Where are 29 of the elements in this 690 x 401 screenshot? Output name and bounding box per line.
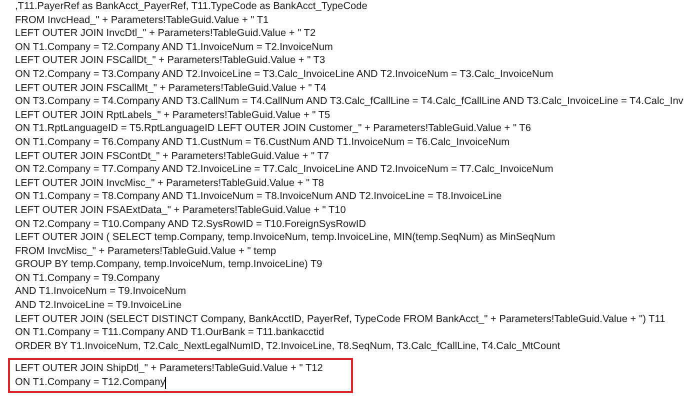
code-line: ON T2.Company = T3.Company AND T2.InvoiceLine = T3.Calc_InvoiceLine AND T2.InvoiceNum = T3.Calc_InvoiceNum (15, 68, 554, 82)
code-line: LEFT OUTER JOIN FSAExtData_" + Parameters!TableGuid.Value + " T10 (15, 204, 347, 218)
code-line: ORDER BY T1.InvoiceNum, T2.Calc_NextLegalNumID, T2.InvoiceLine, T8.SeqNum, T3.Calc_fCallLine, T4.Calc_MtCount (15, 340, 562, 354)
code-line: LEFT OUTER JOIN InvcMisc_" + Parameters!TableGuid.Value + " T8 (15, 176, 325, 190)
code-line: ON T1.Company = T6.Company AND T1.CustNum = T6.CustNum AND T1.InvoiceNum = T6.Calc_InvoiceNum (15, 136, 511, 150)
code-line: ON T1.RptLanguageID = T5.RptLanguageID LEFT OUTER JOIN Customer_" + Parameters!TableGuid.Value + " T6 (15, 122, 532, 136)
code-line: AND T2.InvoiceLine = T9.InvoiceLine (15, 299, 183, 313)
code-line: ON T1.Company = T12.Company (15, 376, 166, 390)
text-cursor (165, 376, 166, 389)
code-line: LEFT OUTER JOIN (SELECT DISTINCT Company, BankAcctID, PayerRef, TypeCode FROM BankAcct_" + Parameters!TableGuid.Value + ") T11 (15, 312, 666, 326)
code-line: LEFT OUTER JOIN RptLabels_" + Parameters!TableGuid.Value + " T5 (15, 108, 332, 122)
code-line: LEFT OUTER JOIN ShipDtl_" + Parameters!TableGuid.Value + " T12 (15, 362, 323, 376)
code-line: ON T2.Company = T10.Company AND T2.SysRowID = T10.ForeignSysRowID (15, 218, 367, 232)
code-line: LEFT OUTER JOIN FSCallMt_" + Parameters!TableGuid.Value + " T4 (15, 82, 328, 96)
code-line: ,T11.PayerRef as BankAcct_PayerRef, T11.TypeCode as BankAcct_TypeCode (15, 0, 368, 14)
code-line: GROUP BY temp.Company, temp.InvoiceNum, temp.InvoiceLine) T9 (15, 258, 324, 272)
code-line: ON T1.Company = T9.Company (15, 272, 161, 286)
code-line: FROM InvcHead_" + Parameters!TableGuid.Value + " T1 (15, 14, 270, 28)
code-line: AND T1.InvoiceNum = T9.InvoiceNum (15, 285, 188, 300)
code-line: ON T3.Company = T4.Company AND T3.CallNum = T4.CallNum AND T3.Calc_fCallLine = T4.Calc_fCallLine AND T3.Calc_InvoiceLine = T4.Calc_Inv (15, 95, 684, 109)
code-line: LEFT OUTER JOIN ( SELECT temp.Company, temp.InvoiceNum, temp.InvoiceLine, MIN(temp.SeqNum) as MinSeqNum (15, 231, 556, 245)
code-line: ON T1.Company = T2.Company AND T1.InvoiceNum = T2.InvoiceNum (15, 40, 334, 54)
code-line: FROM InvcMisc_" + Parameters!TableGuid.Value + " temp (15, 244, 278, 258)
code-line: LEFT OUTER JOIN InvcDtl_" + Parameters!TableGuid.Value + " T2 (15, 27, 317, 41)
code-line: ON T1.Company = T8.Company AND T1.InvoiceNum = T8.InvoiceNum AND T2.InvoiceLine = T8.InvoiceLine (15, 190, 503, 204)
code-line: ON T2.Company = T7.Company AND T2.InvoiceLine = T7.Calc_InvoiceLine AND T2.InvoiceNum = T7.Calc_InvoiceNum (15, 163, 554, 177)
code-line: LEFT OUTER JOIN FSContDt_" + Parameters!TableGuid.Value + " T7 (15, 150, 330, 164)
code-line: LEFT OUTER JOIN FSCallDt_" + Parameters!TableGuid.Value + " T3 (15, 54, 326, 68)
code-line: ON T1.Company = T11.Company AND T1.OurBank = T11.bankacctid (15, 326, 326, 340)
